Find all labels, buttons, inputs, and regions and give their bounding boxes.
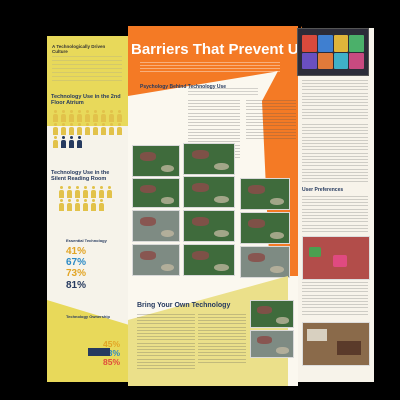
photo-byot-1 (250, 300, 294, 328)
photo-atrium-8 (240, 212, 290, 244)
section-user-preferences: User Preferences (302, 187, 344, 193)
photo-atrium-9 (132, 244, 180, 276)
essential-value-3: 73% (66, 268, 87, 279)
logo-block (88, 348, 110, 356)
photo-atrium-7 (183, 210, 235, 242)
section-byot: Bring Your Own Technology (137, 302, 231, 309)
photo-atrium-4 (183, 176, 235, 208)
intro-body-lines (52, 56, 122, 84)
stat-header-atrium: Technology Use in the 2nd Floor Atrium (51, 94, 121, 106)
photo-atrium-6 (132, 210, 180, 242)
page-title: Barriers That Prevent Use (131, 41, 316, 58)
right-text-3 (302, 196, 368, 232)
ownership-label: Technology Ownership (66, 314, 110, 319)
intro-block: A Technologically Driven Culture (52, 44, 122, 84)
photo-atrium-5 (240, 178, 290, 210)
body-column-2 (246, 100, 296, 140)
photo-atrium-1 (132, 145, 180, 177)
photo-study-room (302, 322, 370, 366)
stat-header-silent-room: Technology Use in the Silent Reading Roo… (51, 170, 110, 182)
photo-atrium-10 (183, 244, 235, 276)
ownership-value-3: 85% (103, 357, 121, 367)
photo-atrium-11 (240, 246, 290, 278)
right-text-1 (302, 80, 368, 120)
right-text-2 (302, 124, 368, 184)
essential-value-2: 67% (66, 257, 87, 268)
byot-column-2 (198, 314, 246, 364)
psychology-text (188, 88, 258, 96)
right-text-4 (302, 282, 368, 316)
photo-atrium-3 (132, 178, 180, 208)
silent-room-people-graphic (58, 186, 118, 211)
atrium-people-graphic (52, 110, 122, 148)
byot-column-1 (137, 314, 195, 369)
photo-lounge (302, 236, 370, 280)
video-wall-photo (297, 28, 369, 76)
intro-title: A Technologically Driven Culture (52, 44, 106, 54)
title-subtext (140, 62, 280, 72)
photo-atrium-2 (183, 143, 235, 175)
essential-label: Essential Technology (66, 238, 107, 243)
essential-value-1: 41% (66, 246, 87, 257)
photo-byot-2 (250, 330, 294, 358)
essential-value-4: 81% (66, 280, 87, 291)
